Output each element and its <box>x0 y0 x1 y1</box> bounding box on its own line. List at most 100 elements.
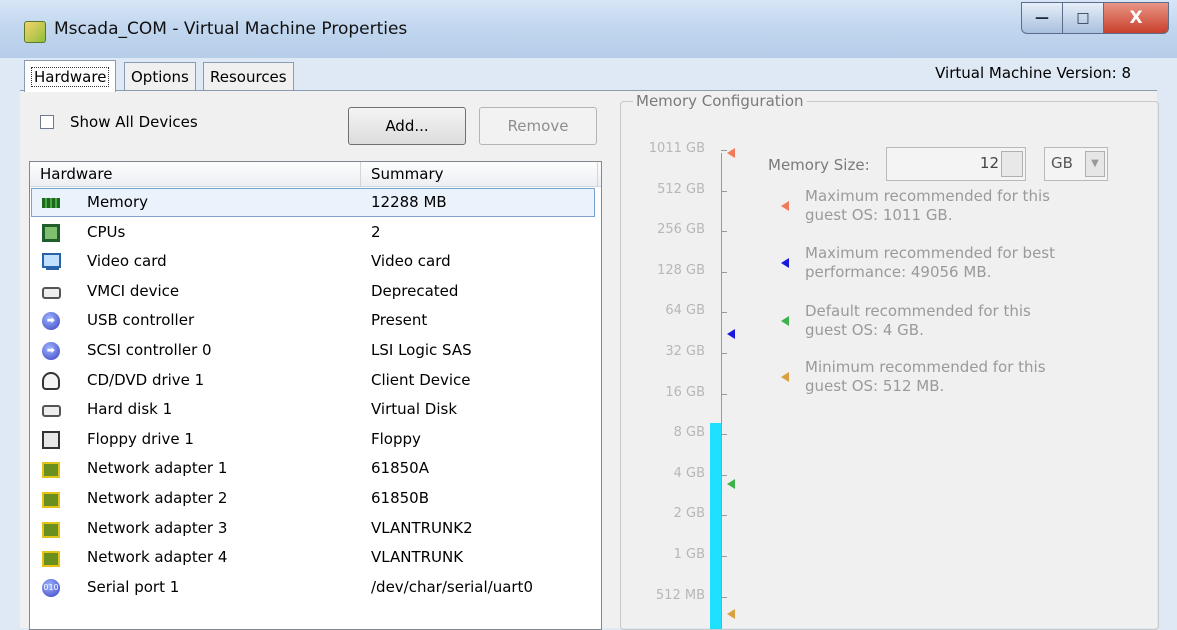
recommendation-marker-icon <box>781 258 789 268</box>
memory-scale-label: 512 GB <box>657 181 705 197</box>
hardware-name: Video card <box>87 252 167 271</box>
max-performance-marker-icon <box>727 329 735 339</box>
memory-scale-label: 64 GB <box>665 303 705 319</box>
memory-unit-value: GB <box>1051 154 1073 172</box>
network-adapter-icon <box>42 492 60 508</box>
hardware-panel: Show All Devices Add... Remove Hardware … <box>20 90 1159 630</box>
cpu-icon <box>42 223 60 242</box>
memory-scale-label: 8 GB <box>673 425 705 441</box>
memory-scale-tick <box>721 393 727 395</box>
network-adapter-icon <box>42 551 60 568</box>
hardware-list-header: Hardware Summary <box>30 162 601 187</box>
hardware-name: Memory <box>87 193 149 211</box>
show-all-devices-checkbox[interactable] <box>40 115 54 129</box>
memory-scale-tick <box>721 434 727 436</box>
hardware-name: Network adapter 3 <box>87 518 228 537</box>
network-adapter-icon <box>42 521 60 538</box>
tab-resources[interactable]: Resources <box>203 62 294 91</box>
hardware-summary: Virtual Disk <box>371 400 458 419</box>
hardware-row[interactable]: Memory 12288 MB <box>30 188 601 217</box>
maximize-button[interactable]: □ <box>1062 2 1104 34</box>
hardware-row[interactable]: 010 Serial port 1/dev/char/serial/uart0 <box>30 573 601 602</box>
recommendation-line-2: guest OS: 1011 GB. <box>805 206 953 224</box>
recommendation-marker-icon <box>781 316 789 326</box>
recommendation-line-2: guest OS: 4 GB. <box>805 321 924 339</box>
memory-size-input[interactable]: 12 <box>886 147 1026 181</box>
hardware-name: VMCI device <box>87 281 180 300</box>
tab-options[interactable]: Options <box>124 62 196 91</box>
hardware-row[interactable]: Network adapter 4 VLANTRUNK <box>30 543 601 572</box>
memory-scale-label: 4 GB <box>673 465 705 481</box>
hardware-summary: 12288 MB <box>371 193 447 211</box>
memory-unit-select[interactable]: GB ▼ <box>1044 147 1108 181</box>
memory-scale-label: 256 GB <box>657 222 705 238</box>
recommendation-line-1: Minimum recommended for this <box>805 358 1046 376</box>
serial-port-icon: 010 <box>42 578 60 597</box>
memory-size-label: Memory Size: <box>768 156 870 174</box>
memory-configuration-group: Memory Configuration 1011 GB 512 GB 256 GB… <box>620 92 1159 630</box>
hardware-row[interactable]: VMCI device Deprecated <box>30 277 601 306</box>
recommendation-line-1: Default recommended for this <box>805 302 1031 320</box>
memory-scale-label: 128 GB <box>657 262 705 278</box>
recommendation-line-2: performance: 49056 MB. <box>805 263 992 281</box>
hardware-summary: /dev/char/serial/uart0 <box>371 577 533 596</box>
memory-scale-tick <box>721 556 727 557</box>
recommendation-line-1: Maximum recommended for best <box>805 244 1056 262</box>
hardware-summary: 61850A <box>371 459 429 478</box>
memory-recommendation: Maximum recommended for this guest OS: 10… <box>805 187 1050 225</box>
hardware-row[interactable]: Hard disk 1 Virtual Disk <box>30 395 601 424</box>
hardware-name: Hard disk 1 <box>87 400 173 419</box>
vmci-device-icon <box>42 286 61 299</box>
memory-scale-axis <box>721 153 722 629</box>
memory-level-fill <box>710 423 721 629</box>
remove-button[interactable]: Remove <box>479 107 597 145</box>
cd-dvd-drive-icon <box>42 371 60 390</box>
hardware-name: SCSI controller 0 <box>87 341 212 359</box>
memory-size-spinner[interactable] <box>1001 151 1023 177</box>
close-button[interactable]: X <box>1103 2 1169 34</box>
memory-scale-label: 1 GB <box>673 547 705 562</box>
hardware-row[interactable]: Network adapter 2 61850B <box>30 484 601 513</box>
min-marker-icon <box>727 609 735 619</box>
add-button[interactable]: Add... <box>348 107 466 145</box>
recommendation-line-2: guest OS: 512 MB. <box>805 377 945 395</box>
column-hardware[interactable]: Hardware <box>30 162 361 186</box>
recommendation-line-1: Maximum recommended for this <box>805 187 1050 205</box>
hardware-name: Network adapter 1 <box>87 459 228 478</box>
hardware-summary: Video card <box>371 252 451 271</box>
hardware-row[interactable]: Network adapter 3 VLANTRUNK2 <box>30 514 601 543</box>
hardware-summary: VLANTRUNK2 <box>371 518 473 537</box>
hardware-row[interactable]: Floppy drive 1 Floppy <box>30 425 601 454</box>
hardware-row[interactable]: CD/DVD drive 1 Client Device <box>30 366 601 395</box>
vm-version-label: Virtual Machine Version: 8 <box>935 64 1131 82</box>
tab-strip: Hardware Options Resources Virtual Machi… <box>20 60 1157 92</box>
memory-configuration-legend: Memory Configuration <box>633 92 807 110</box>
hardware-row[interactable]: ⮕ USB controller Present <box>30 306 601 335</box>
memory-recommendation: Default recommended for this guest OS: 4 … <box>805 302 1031 340</box>
memory-scale-tick <box>721 596 727 598</box>
show-all-devices-option[interactable]: Show All Devices <box>40 113 198 131</box>
hardware-row[interactable]: Network adapter 1 61850A <box>30 454 601 483</box>
usb-controller-icon: ⮕ <box>42 312 60 331</box>
memory-scale-tick <box>721 271 727 273</box>
column-summary[interactable]: Summary <box>361 162 598 186</box>
hardware-summary: VLANTRUNK <box>371 548 464 567</box>
hardware-row[interactable]: Video card Video card <box>30 247 601 276</box>
vm-app-icon <box>24 21 46 43</box>
hardware-summary: LSI Logic SAS <box>371 341 472 359</box>
memory-recommendation: Maximum recommended for best performance:… <box>805 244 1055 282</box>
hardware-name: CPUs <box>87 222 126 241</box>
hardware-list: Hardware Summary Memory 12288 MB CPUs 2 Vide… <box>29 161 602 630</box>
window-title: Mscada_COM - Virtual Machine Properties <box>54 19 408 39</box>
memory-scale-label: 512 MB <box>655 587 705 603</box>
max-os-marker-icon <box>727 148 735 158</box>
memory-scale-label: 1011 GB <box>648 141 705 156</box>
hardware-name: Serial port 1 <box>87 577 180 596</box>
recommendation-marker-icon <box>781 372 789 382</box>
hardware-row[interactable]: ⮕ SCSI controller 0 LSI Logic SAS <box>30 336 601 365</box>
minimize-button[interactable]: — <box>1021 2 1063 34</box>
memory-scale-label: 2 GB <box>673 506 705 522</box>
hardware-row[interactable]: CPUs 2 <box>30 218 601 247</box>
hardware-name: Network adapter 4 <box>87 548 228 567</box>
tab-hardware[interactable]: Hardware <box>24 60 117 92</box>
